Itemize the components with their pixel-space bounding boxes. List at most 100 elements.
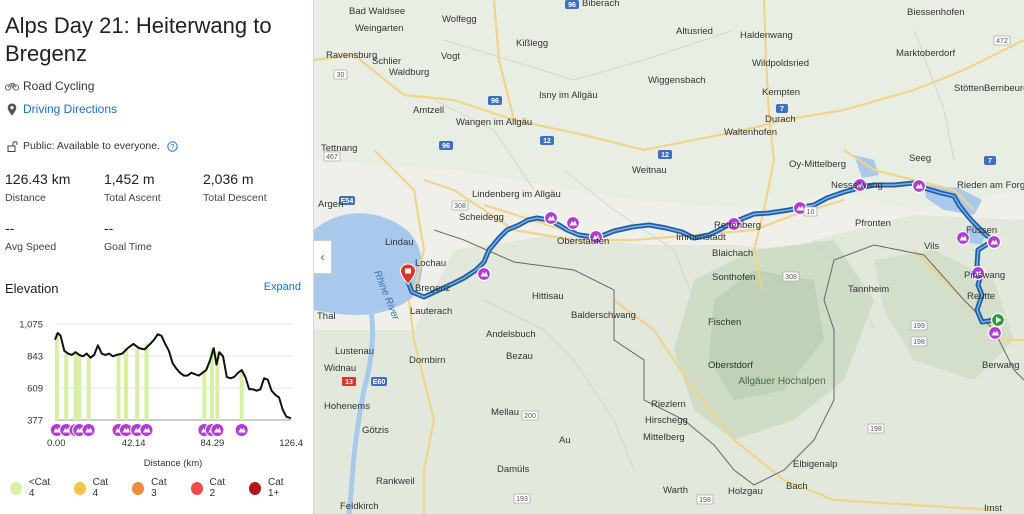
bicycle-icon [5,79,19,93]
activity-type: Road Cycling [5,79,94,93]
svg-text:13: 13 [345,379,353,386]
place-label: Thal [317,311,335,322]
place-label: Rieden am Forggensee [957,180,1024,191]
place-label: Durach [765,114,796,125]
driving-directions-row[interactable]: Driving Directions [5,102,117,116]
place-label: Hohenems [324,401,370,412]
help-icon[interactable]: ? [166,139,180,153]
location-pin-icon [5,102,19,116]
route-start-marker[interactable] [990,312,1006,328]
place-label: Schlier [372,56,401,67]
ascent-label: Total Ascent [104,192,161,204]
legend-swatch [73,481,86,495]
climb-marker[interactable] [565,215,581,231]
elevation-title: Elevation [5,281,59,296]
place-label: Sonthofen [712,272,755,283]
svg-text:198: 198 [870,426,882,433]
place-label: Bregenz [415,283,451,294]
legend-item: <Cat 4 [10,477,56,499]
climb-marker[interactable] [543,210,559,226]
svg-text:308: 308 [454,203,466,210]
place-label: Waltenhofen [724,127,777,138]
place-label: Feldkirch [340,501,379,512]
route-map[interactable]: 96 96 96 12 12 E54 E60 7 7 467 308 308 3… [314,0,1024,514]
climb-segment-bar [144,343,149,420]
distance-label: Distance [5,192,46,204]
place-label: Seeg [909,153,931,164]
climb-segment-bar [64,353,69,420]
climb-segment-bar [202,370,207,420]
svg-text:10: 10 [807,209,815,216]
y-tick-label: 1,075 [19,320,43,331]
place-label: Andelsbuch [486,329,536,340]
place-label: Lindau [385,237,414,248]
svg-text:30: 30 [337,72,345,79]
legend-swatch [10,481,22,495]
svg-text:198: 198 [699,497,711,504]
legend-swatch [132,481,145,495]
place-label: Mittelberg [643,432,685,443]
x-tick-label: 126.4 [279,438,303,449]
climb-marker[interactable] [911,178,927,194]
climb-marker[interactable] [81,423,96,437]
place-label: Reutte [967,291,995,302]
avg-speed-label: Avg Speed [5,241,57,253]
place-label: Biessenhofen [907,7,965,18]
climb-marker[interactable] [987,325,1003,341]
place-label: Waldburg [389,67,429,78]
place-label: Vils [924,241,939,252]
y-tick-label: 609 [27,384,43,395]
svg-text:96: 96 [442,143,450,150]
place-label: Tettnang [321,143,357,154]
place-label: Altusried [676,26,713,37]
place-label: Wangen im Allgäu [456,117,532,128]
place-label: Oberstaufen [557,236,609,247]
activity-label: Road Cycling [23,79,95,93]
svg-text:198: 198 [913,339,925,346]
expand-chart-link[interactable]: Expand [264,281,301,293]
place-label: Weitnau [632,165,667,176]
place-label: Lustenau [335,346,374,357]
place-label: Lauterach [410,306,452,317]
climb-marker[interactable] [476,266,492,282]
place-label: Balderschwang [571,310,636,321]
place-label: Tannheim [848,284,889,295]
svg-text:308: 308 [785,274,797,281]
place-label: Blaichach [712,248,753,259]
place-label: Au [559,435,571,446]
climb-segment-bar [239,370,244,420]
driving-directions-link[interactable]: Driving Directions [23,102,117,116]
place-label: Wolfegg [442,14,477,25]
map-canvas[interactable]: 96 96 96 12 12 E54 E60 7 7 467 308 308 3… [314,0,1024,514]
climb-marker[interactable] [210,423,225,437]
legend-label: Cat 2 [209,477,226,499]
climb-segment-bar [123,348,128,420]
place-label: Imst [984,503,1002,514]
climb-marker[interactable] [139,423,154,437]
place-label: Hirschegg [645,415,688,426]
privacy-label: Public: Available to everyone. [23,140,160,152]
place-label: Wiggensbach [648,75,706,86]
climb-marker[interactable] [986,234,1002,250]
elevation-chart: 1,075 843 609 377 0.00 42.14 84.29 126.4 Dista… [19,320,303,470]
unlock-icon [5,139,19,153]
place-label: Rettenberg [714,220,761,231]
climb-category-legend: <Cat 4 Cat 4 Cat 3 Cat 2 Cat 1+ [10,477,313,499]
place-label: Lochau [415,258,446,269]
climb-marker[interactable] [234,423,249,437]
legend-label: Cat 4 [92,477,109,499]
legend-label: Cat 1+ [268,477,284,499]
place-label: Kißlegg [516,38,548,49]
svg-text:199: 199 [913,323,925,330]
region-label: Allgäuer Hochalpen [738,376,825,387]
climb-segment-bar [86,357,91,420]
collapse-panel-button[interactable]: ‹ [314,240,332,274]
svg-text:12: 12 [661,152,669,159]
place-label: Füssen [966,225,997,236]
y-tick-label: 843 [27,351,43,362]
chevron-left-icon: ‹ [320,250,325,264]
place-label: Argen [318,199,343,210]
climb-segment-bar [77,354,82,420]
descent-value: 2,036 m [203,171,254,187]
legend-swatch [190,481,203,495]
